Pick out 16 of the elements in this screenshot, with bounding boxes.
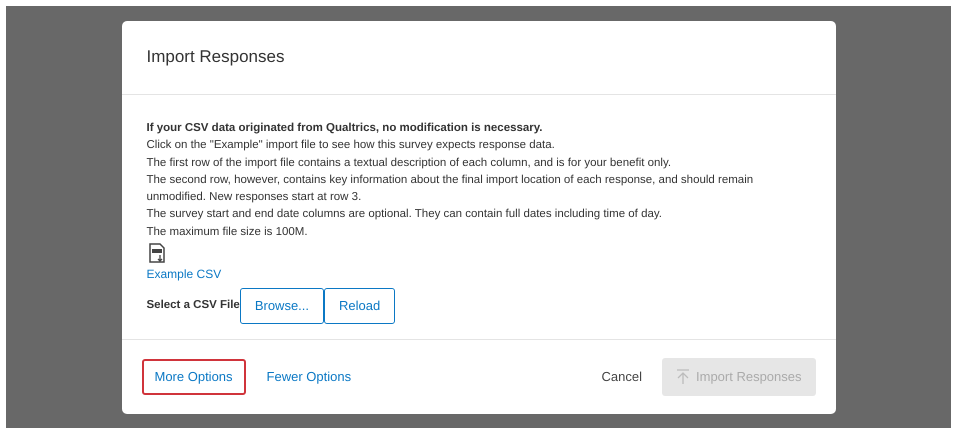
instruction-text: The second row, however, contains key information about the final import location of each response, and should remain unmodified. New responses start at row 3.	[146, 172, 754, 206]
file-download-icon[interactable]	[148, 243, 164, 264]
file-label: Select a CSV File	[146, 298, 240, 314]
intro-text: If your CSV data originated from Qualtrics, no modification is necessary.	[146, 121, 544, 136]
cancel-button[interactable]: Cancel	[590, 361, 654, 393]
instruction-text: The maximum file size is 100M.	[146, 224, 309, 240]
options-link[interactable]: Fewer Options	[254, 359, 364, 395]
file-button[interactable]: Browse...	[240, 288, 324, 324]
instruction-text: The survey start and end date columns are optional. They can contain full dates including time of day.	[146, 207, 663, 222]
instruction-text: Click on the "Example" import file to see how this survey expects response data.	[146, 138, 556, 154]
file-button[interactable]: Reload	[324, 288, 396, 324]
upload-icon	[676, 369, 690, 385]
dialog-title: Import Responses	[146, 47, 286, 68]
example-csv-link[interactable]: Example CSV	[146, 266, 222, 284]
options-link[interactable]: More Options	[142, 359, 246, 395]
instruction-text: The first row of the import file contains a textual description of each column, and is for your benefit only.	[146, 156, 672, 171]
